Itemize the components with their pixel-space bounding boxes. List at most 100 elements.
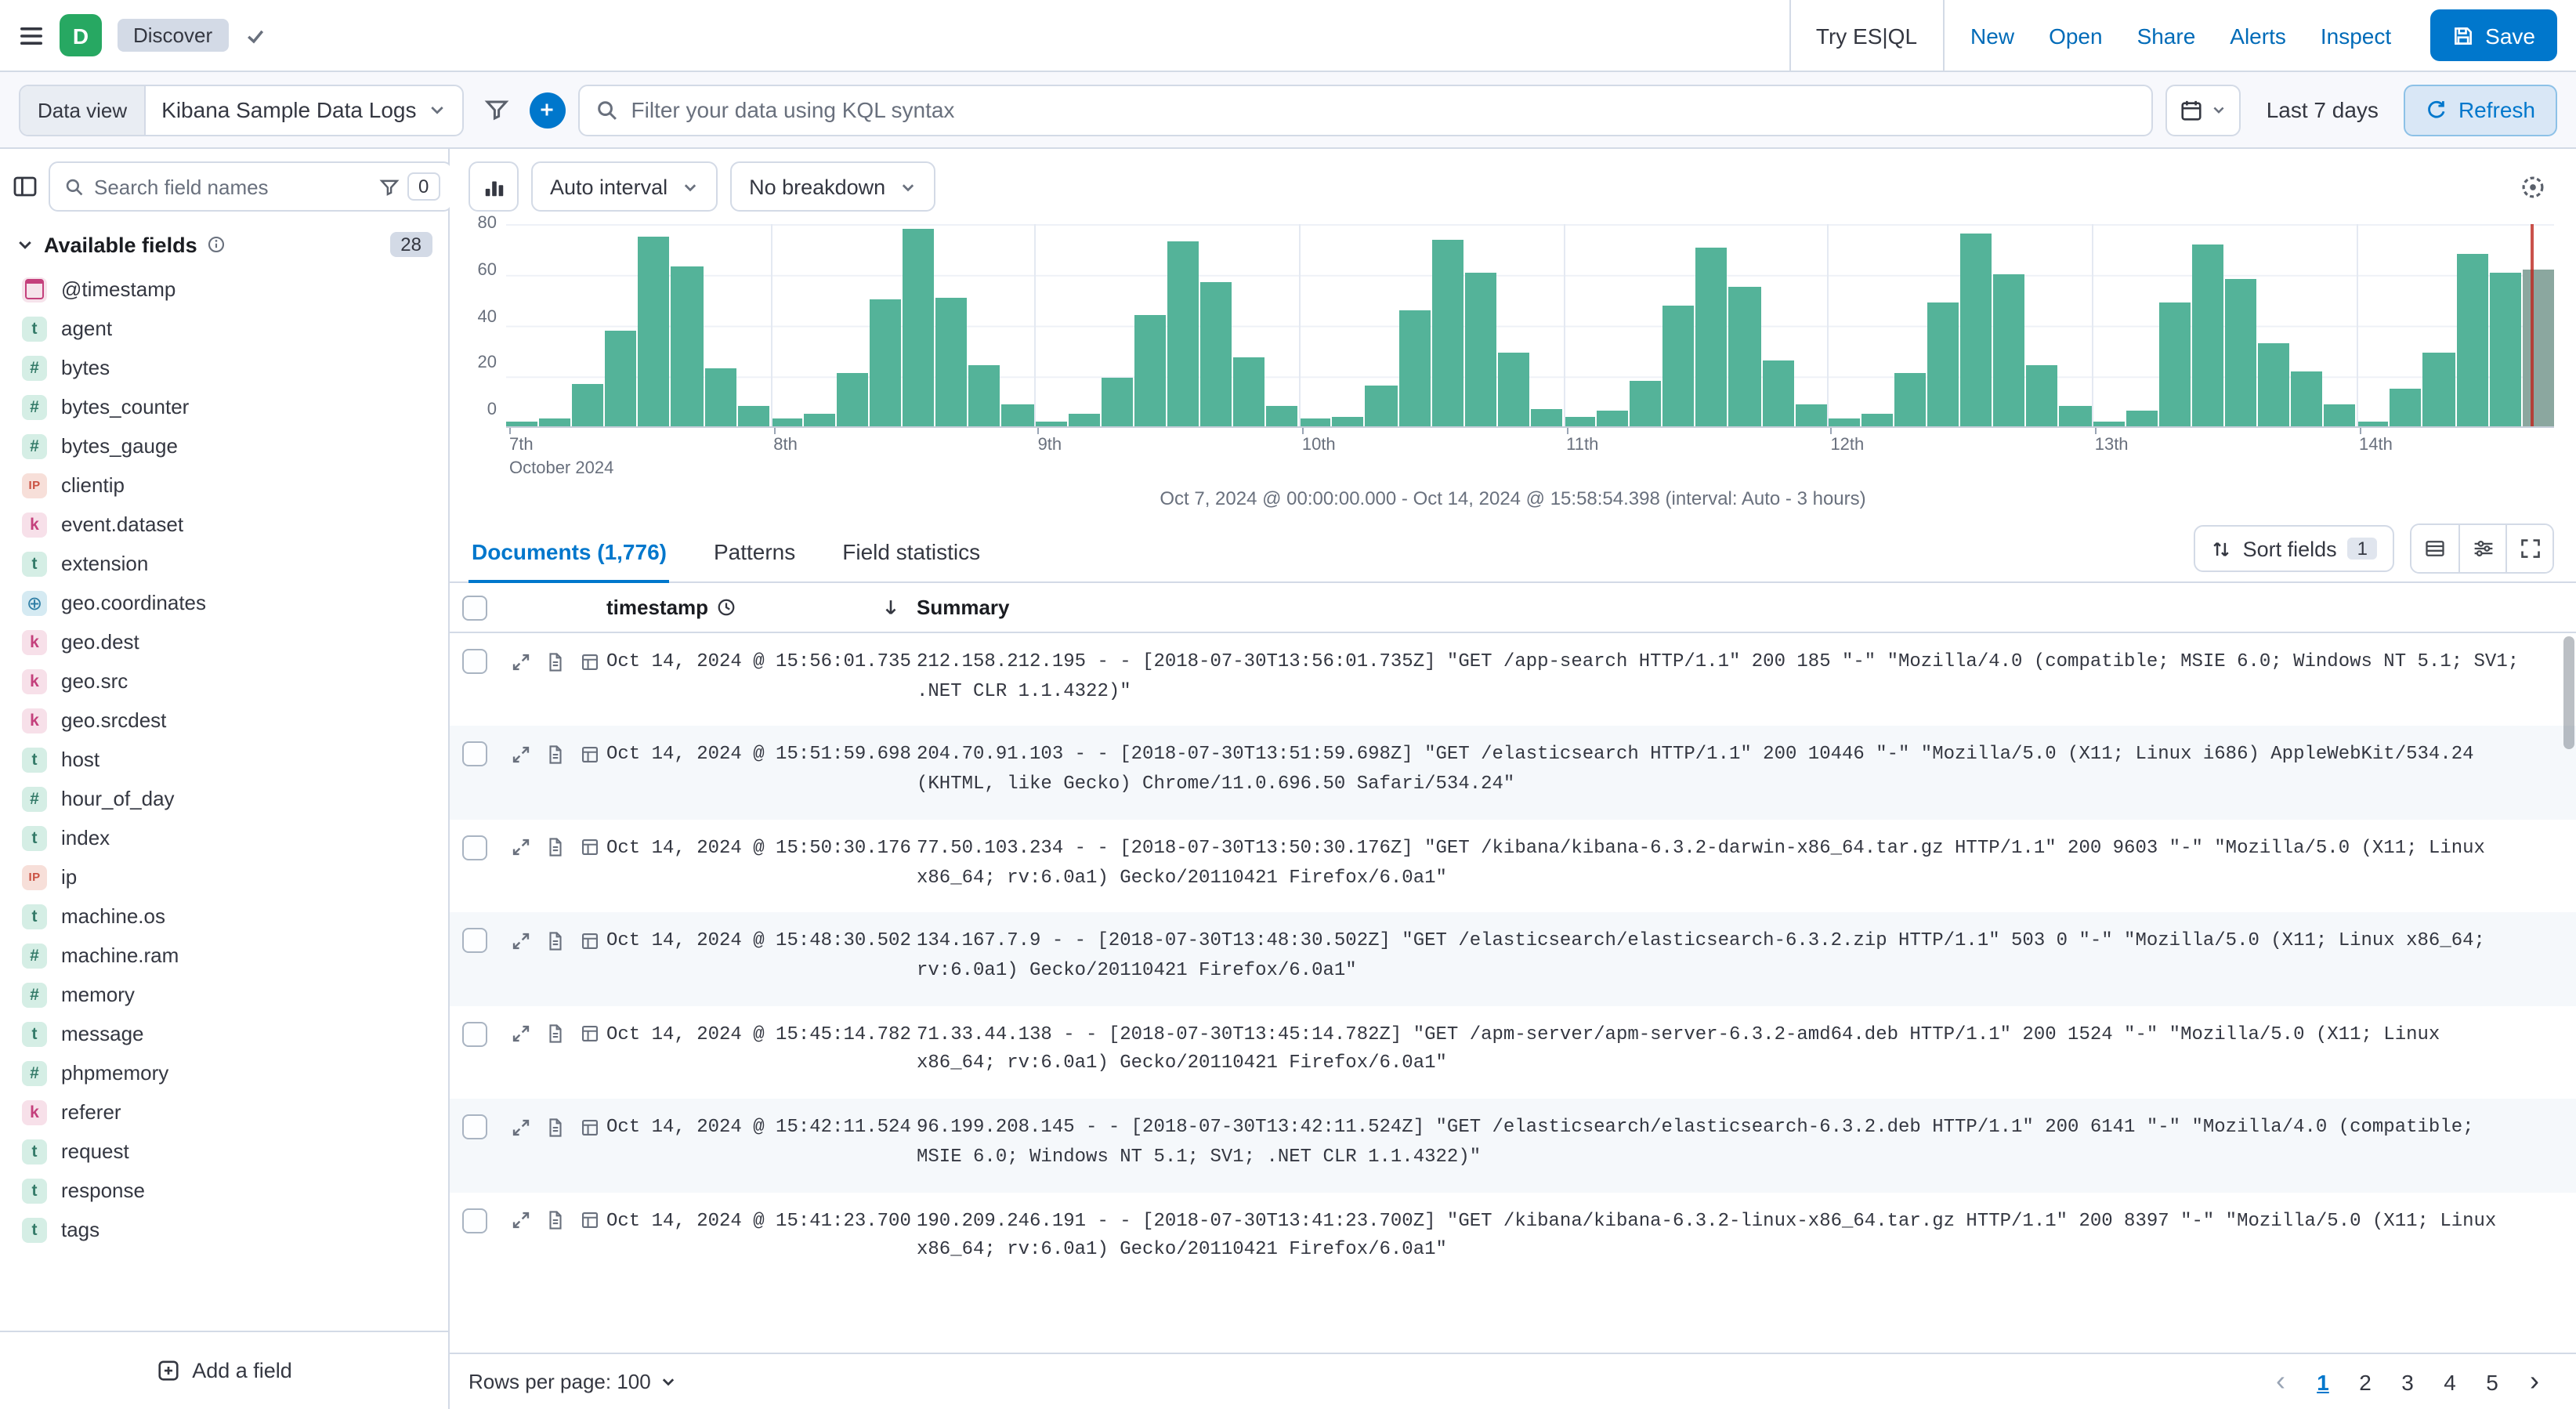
- histogram-bar[interactable]: [1695, 247, 1728, 426]
- histogram-bar[interactable]: [1233, 357, 1265, 426]
- expand-row-icon[interactable]: [503, 1206, 537, 1234]
- grid-settings-button[interactable]: [2458, 525, 2505, 572]
- histogram-bar[interactable]: [2456, 254, 2488, 426]
- histogram-bar[interactable]: [1927, 302, 1959, 426]
- histogram-bar[interactable]: [2489, 272, 2521, 426]
- nav-link-inspect[interactable]: Inspect: [2303, 23, 2408, 48]
- histogram-bar[interactable]: [2191, 244, 2223, 426]
- histogram-bar[interactable]: [1597, 411, 1629, 426]
- histogram-bar[interactable]: [903, 229, 935, 426]
- page-button-3[interactable]: 3: [2388, 1361, 2427, 1402]
- histogram-bar[interactable]: [2126, 411, 2158, 426]
- timestamp-column-header[interactable]: timestamp: [606, 596, 708, 619]
- add-filter-button[interactable]: [529, 92, 566, 128]
- field-item-agent[interactable]: t agent: [9, 309, 439, 348]
- view-source-icon[interactable]: [572, 1020, 606, 1049]
- histogram-bar[interactable]: [1795, 404, 1827, 426]
- histogram-plot[interactable]: [506, 224, 2554, 428]
- field-item-referer[interactable]: k referer: [9, 1092, 439, 1132]
- time-range-button[interactable]: Last 7 days: [2254, 97, 2391, 122]
- document-icon[interactable]: [537, 1206, 572, 1234]
- vertical-scrollbar[interactable]: [2563, 636, 2574, 749]
- field-item-response[interactable]: t response: [9, 1171, 439, 1210]
- histogram-bar[interactable]: [1828, 418, 1860, 426]
- page-button-1[interactable]: 1: [2303, 1361, 2343, 1402]
- field-item-bytes_gauge[interactable]: # bytes_gauge: [9, 426, 439, 465]
- histogram-bar[interactable]: [1861, 413, 1893, 426]
- breadcrumb[interactable]: Discover: [118, 19, 229, 52]
- field-item-ip[interactable]: IP ip: [9, 857, 439, 896]
- histogram-bar[interactable]: [671, 266, 704, 426]
- nav-link-new[interactable]: New: [1953, 23, 2031, 48]
- view-source-icon[interactable]: [572, 1113, 606, 1141]
- nav-link-share[interactable]: Share: [2120, 23, 2213, 48]
- field-item-extension[interactable]: t extension: [9, 544, 439, 583]
- row-checkbox[interactable]: [462, 928, 487, 954]
- histogram-bar[interactable]: [1068, 413, 1100, 426]
- histogram-bar[interactable]: [1299, 418, 1331, 426]
- field-item-clientip[interactable]: IP clientip: [9, 465, 439, 505]
- table-row[interactable]: Oct 14, 2024 @ 15:45:14.782 71.33.44.138…: [450, 1006, 2576, 1099]
- tab-field-statistics[interactable]: Field statistics: [839, 527, 983, 581]
- view-source-icon[interactable]: [572, 1206, 606, 1234]
- histogram-bar[interactable]: [1134, 315, 1166, 426]
- chart-settings-button[interactable]: [2510, 165, 2554, 208]
- histogram-bar[interactable]: [2357, 421, 2389, 426]
- date-quick-select-button[interactable]: [2165, 84, 2241, 136]
- table-row[interactable]: Oct 14, 2024 @ 15:42:11.524 96.199.208.1…: [450, 1099, 2576, 1193]
- document-icon[interactable]: [537, 834, 572, 862]
- histogram-bar[interactable]: [1630, 380, 1662, 426]
- histogram-bar[interactable]: [803, 413, 835, 426]
- table-row[interactable]: Oct 14, 2024 @ 15:41:23.700 190.209.246.…: [450, 1192, 2576, 1285]
- expand-row-icon[interactable]: [503, 1113, 537, 1141]
- histogram-bar[interactable]: [1497, 353, 1529, 426]
- row-checkbox[interactable]: [462, 1208, 487, 1233]
- nav-link-open[interactable]: Open: [2031, 23, 2120, 48]
- field-item-memory[interactable]: # memory: [9, 975, 439, 1014]
- view-source-icon[interactable]: [572, 834, 606, 862]
- sort-descending-icon[interactable]: [881, 597, 901, 618]
- tab-documents[interactable]: Documents (1,776): [469, 527, 671, 583]
- histogram-bar[interactable]: [572, 383, 604, 426]
- field-item-request[interactable]: t request: [9, 1132, 439, 1171]
- field-item-geo.dest[interactable]: k geo.dest: [9, 622, 439, 661]
- row-checkbox[interactable]: [462, 1114, 487, 1140]
- summary-column-header[interactable]: Summary: [917, 596, 2576, 619]
- histogram-bar[interactable]: [1398, 310, 1431, 426]
- save-button[interactable]: Save: [2430, 9, 2557, 61]
- histogram-bar[interactable]: [935, 297, 968, 426]
- histogram-bar[interactable]: [1431, 239, 1463, 426]
- histogram-bar[interactable]: [2059, 406, 2091, 426]
- view-source-icon[interactable]: [572, 927, 606, 955]
- histogram-bar[interactable]: [1728, 287, 1761, 426]
- histogram-bar[interactable]: [2158, 302, 2191, 426]
- table-row[interactable]: Oct 14, 2024 @ 15:51:59.698 204.70.91.10…: [450, 726, 2576, 820]
- field-item-bytes[interactable]: # bytes: [9, 348, 439, 387]
- histogram-bar[interactable]: [1564, 416, 1596, 426]
- histogram-bar[interactable]: [1365, 386, 1398, 426]
- chart-options-button[interactable]: [469, 161, 519, 212]
- histogram-bar[interactable]: [2390, 388, 2422, 426]
- add-field-button[interactable]: Add a field: [13, 1345, 436, 1396]
- histogram-bar[interactable]: [2522, 270, 2554, 426]
- histogram-bar[interactable]: [1167, 241, 1199, 426]
- histogram-bar[interactable]: [1662, 305, 1695, 426]
- menu-icon[interactable]: [19, 23, 44, 48]
- field-item-geo.coordinates[interactable]: ⊕ geo.coordinates: [9, 583, 439, 622]
- row-checkbox[interactable]: [462, 649, 487, 674]
- field-item-host[interactable]: t host: [9, 740, 439, 779]
- histogram-bar[interactable]: [2324, 404, 2356, 426]
- histogram-bar[interactable]: [1530, 408, 1562, 426]
- field-item-bytes_counter[interactable]: # bytes_counter: [9, 387, 439, 426]
- histogram-bar[interactable]: [737, 406, 769, 426]
- document-icon[interactable]: [537, 1113, 572, 1141]
- field-item-event.dataset[interactable]: k event.dataset: [9, 505, 439, 544]
- histogram-bar[interactable]: [770, 418, 802, 426]
- field-item-phpmemory[interactable]: # phpmemory: [9, 1053, 439, 1092]
- document-icon[interactable]: [537, 741, 572, 769]
- histogram-bar[interactable]: [1035, 421, 1067, 426]
- row-checkbox[interactable]: [462, 1021, 487, 1047]
- field-search-input[interactable]: [94, 175, 370, 198]
- histogram-bar[interactable]: [2422, 353, 2455, 426]
- histogram-bar[interactable]: [1993, 274, 2025, 426]
